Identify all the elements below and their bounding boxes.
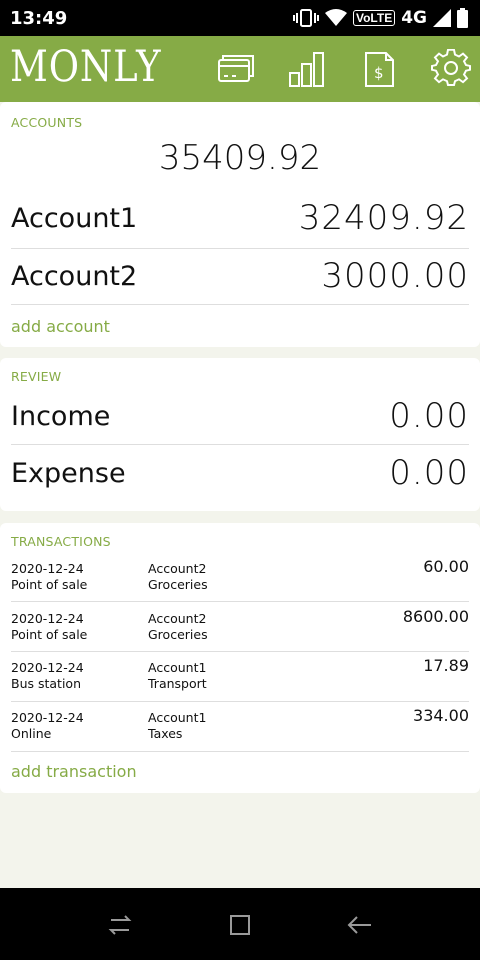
transaction-meta: Account2 Groceries <box>148 561 208 593</box>
transaction-date: 2020-12-24 <box>11 611 84 626</box>
transaction-category: Groceries <box>148 627 208 642</box>
transaction-account: Account1 <box>148 660 207 675</box>
volte-badge: VoLTE <box>352 10 396 26</box>
status-icons: VoLTE 4G <box>292 8 468 28</box>
gear-icon[interactable] <box>431 49 471 89</box>
divider <box>11 304 469 305</box>
review-card: REVIEW Income 0.00 Expense 0.00 <box>0 358 480 511</box>
battery-icon <box>457 8 468 28</box>
transaction-place: Point of sale <box>11 577 88 592</box>
transaction-account: Account2 <box>148 611 207 626</box>
transactions-label: TRANSACTIONS <box>11 534 111 549</box>
signal-icon <box>433 9 451 27</box>
transaction-account: Account1 <box>148 710 207 725</box>
app-logo: MONLY <box>10 42 162 92</box>
transaction-place: Point of sale <box>11 627 88 642</box>
account-name: Account2 <box>11 260 138 292</box>
accounts-card: ACCOUNTS 35409.92 Account1 32409.92 Acco… <box>0 102 480 347</box>
account-row[interactable]: Account2 3000.00 <box>11 248 469 304</box>
review-row-expense[interactable]: Expense 0.00 <box>11 445 469 501</box>
accounts-total: 35409.92 <box>158 138 322 178</box>
transaction-info: 2020-12-24 Point of sale <box>11 611 87 643</box>
transaction-amount: 334.00 <box>413 706 469 725</box>
home-icon[interactable] <box>225 910 255 940</box>
accounts-label: ACCOUNTS <box>11 115 83 130</box>
transaction-meta: Account1 Taxes <box>148 710 206 742</box>
transaction-meta: Account2 Groceries <box>148 611 208 643</box>
transaction-place: Bus station <box>11 676 82 691</box>
transaction-category: Taxes <box>148 726 183 741</box>
transaction-row[interactable]: 2020-12-24 Point of sale Account2 Grocer… <box>11 553 469 603</box>
status-bar: 13:49 VoLTE 4G <box>0 0 480 36</box>
card-icon[interactable] <box>216 49 256 89</box>
transaction-info: 2020-12-24 Online <box>11 710 84 742</box>
transaction-info: 2020-12-24 Point of sale <box>11 561 87 593</box>
network-type: 4G <box>401 8 427 28</box>
transaction-info: 2020-12-24 Bus station <box>11 660 84 692</box>
vibrate-icon <box>292 9 319 27</box>
account-name: Account1 <box>11 202 138 234</box>
add-account-link[interactable]: add account <box>11 317 110 336</box>
review-amount: 0.00 <box>389 396 469 436</box>
recents-icon[interactable] <box>105 910 135 940</box>
review-name: Expense <box>11 457 126 489</box>
divider <box>11 751 469 752</box>
transaction-date: 2020-12-24 <box>11 660 84 675</box>
account-amount: 3000.00 <box>321 256 469 296</box>
app-bar: MONLY $ <box>0 36 480 102</box>
transactions-card: TRANSACTIONS 2020-12-24 Point of sale Ac… <box>0 523 480 793</box>
transaction-row[interactable]: 2020-12-24 Bus station Account1 Transpor… <box>11 652 469 702</box>
account-row[interactable]: Account1 32409.92 <box>11 190 469 246</box>
divider <box>11 601 469 602</box>
transaction-date: 2020-12-24 <box>11 710 84 725</box>
account-amount: 32409.92 <box>298 198 469 238</box>
transaction-place: Online <box>11 726 52 741</box>
transaction-category: Groceries <box>148 577 208 592</box>
review-row-income[interactable]: Income 0.00 <box>11 388 469 444</box>
review-name: Income <box>11 400 111 432</box>
transaction-row[interactable]: 2020-12-24 Online Account1 Taxes 334.00 <box>11 702 469 752</box>
transaction-amount: 8600.00 <box>402 607 469 626</box>
svg-text:$: $ <box>374 64 384 82</box>
transaction-row[interactable]: 2020-12-24 Point of sale Account2 Grocer… <box>11 603 469 653</box>
back-icon[interactable] <box>345 910 375 940</box>
invoice-dollar-icon[interactable]: $ <box>360 49 400 89</box>
review-label: REVIEW <box>11 369 62 384</box>
transaction-account: Account2 <box>148 561 207 576</box>
bar-chart-icon[interactable] <box>288 49 328 89</box>
wifi-icon <box>324 9 347 26</box>
review-amount: 0.00 <box>389 453 469 493</box>
status-time: 13:49 <box>10 7 68 29</box>
transaction-amount: 60.00 <box>423 557 469 576</box>
transaction-date: 2020-12-24 <box>11 561 84 576</box>
add-transaction-link[interactable]: add transaction <box>11 762 137 781</box>
transaction-meta: Account1 Transport <box>148 660 207 692</box>
transaction-category: Transport <box>148 676 207 691</box>
transaction-amount: 17.89 <box>423 656 469 675</box>
system-nav-bar <box>0 888 480 960</box>
